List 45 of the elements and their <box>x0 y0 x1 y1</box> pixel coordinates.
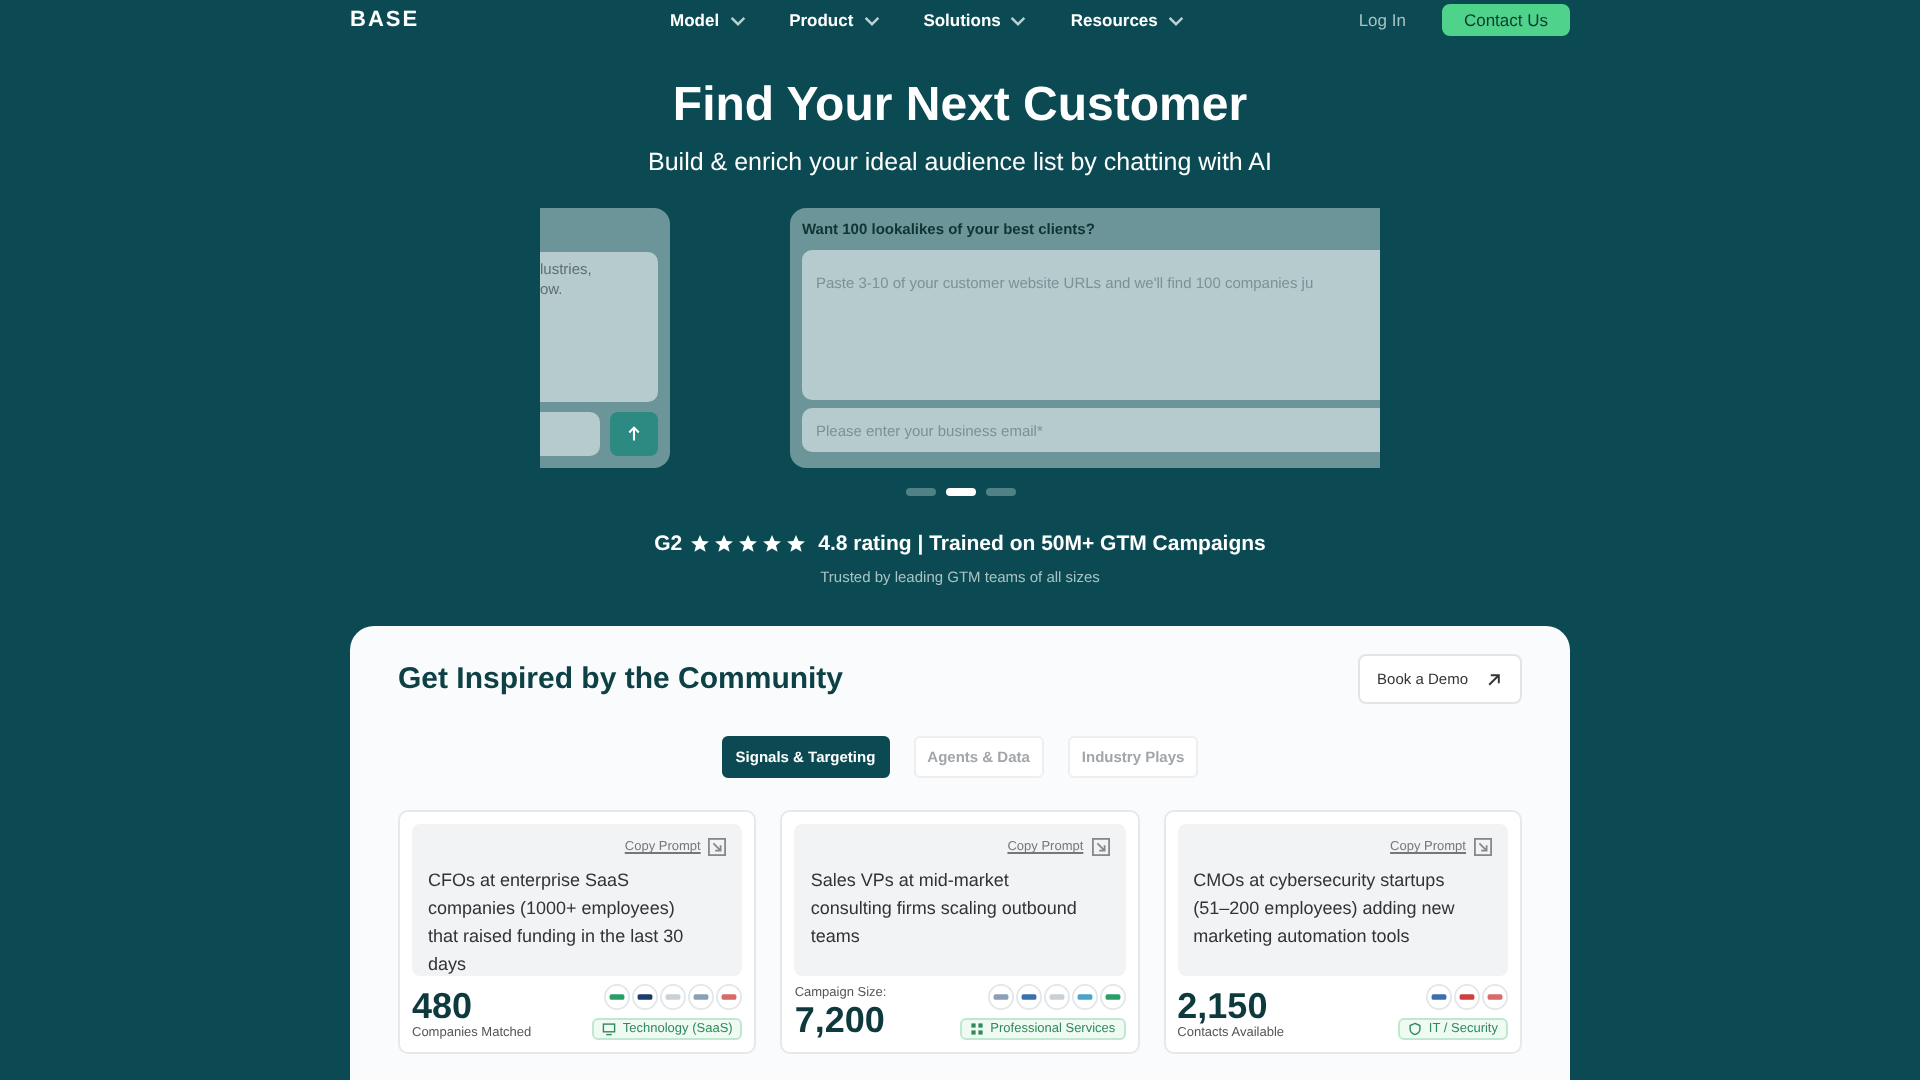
company-logo-icon <box>1425 984 1452 1010</box>
caret-icon <box>1167 15 1184 25</box>
g2-label: G2 <box>654 532 683 556</box>
caret-icon <box>729 15 746 25</box>
login-link[interactable]: Log In <box>1358 10 1406 30</box>
monitor-icon <box>602 1022 617 1036</box>
copy-icon <box>1473 838 1492 856</box>
company-logo-icon <box>1043 984 1070 1010</box>
company-logo-icon <box>604 984 631 1010</box>
send-button[interactable] <box>610 412 658 456</box>
hero-title: Find Your Next Customer <box>672 78 1248 134</box>
caret-icon <box>1010 15 1027 25</box>
section-title: Get Inspired by the Community <box>398 662 844 696</box>
company-logo-icon <box>1099 984 1126 1010</box>
copy-icon <box>708 838 727 856</box>
hero-subtitle: Build & enrich your ideal audience list by chatting with AI <box>648 148 1272 176</box>
nav-menu-item[interactable]: Product <box>789 10 880 30</box>
nav-menu-item[interactable]: Resources <box>1070 10 1184 30</box>
stat-number: 7,200 <box>794 1000 887 1040</box>
company-logo-icon <box>1481 984 1508 1010</box>
up-arrow-icon <box>626 426 642 442</box>
nav-menu-item[interactable]: Solutions <box>923 10 1027 30</box>
prompt-text: CFOs at enterprise SaaS companies (1000+ employees) that raised funding in the last 30 days <box>428 868 686 978</box>
company-logo-icon <box>688 984 715 1010</box>
stat-number: 480 <box>412 986 475 1026</box>
grid-icon <box>970 1022 985 1036</box>
prompt-text: Sales VPs at mid-market consulting firms scaling outbound teams <box>810 868 1079 950</box>
nav-menu-item[interactable]: Model <box>670 10 746 30</box>
email-field[interactable] <box>540 412 600 456</box>
contact-button[interactable]: Contact Us <box>1441 4 1570 36</box>
logo[interactable]: BASE <box>350 8 670 32</box>
company-logo-icon <box>632 984 659 1010</box>
company-logo-icon <box>1453 984 1480 1010</box>
shield-icon <box>1408 1022 1423 1036</box>
company-logo-icon <box>716 984 743 1010</box>
company-logo-icon <box>660 984 687 1010</box>
rating-text: 4.8 rating | Trained on 50M+ GTM Campaigns <box>818 532 1266 556</box>
caret-icon <box>863 15 880 25</box>
stat-number: 2,150 <box>1177 986 1270 1026</box>
copy-icon <box>1091 838 1110 856</box>
external-arrow-icon <box>1486 671 1502 687</box>
company-logo-icon <box>987 984 1014 1010</box>
company-logo-icon <box>1071 984 1098 1010</box>
company-logo-icon <box>1015 984 1042 1010</box>
prompt-text: CMOs at cybersecurity startups (51–200 employees) adding new marketing automation tools <box>1193 868 1457 950</box>
